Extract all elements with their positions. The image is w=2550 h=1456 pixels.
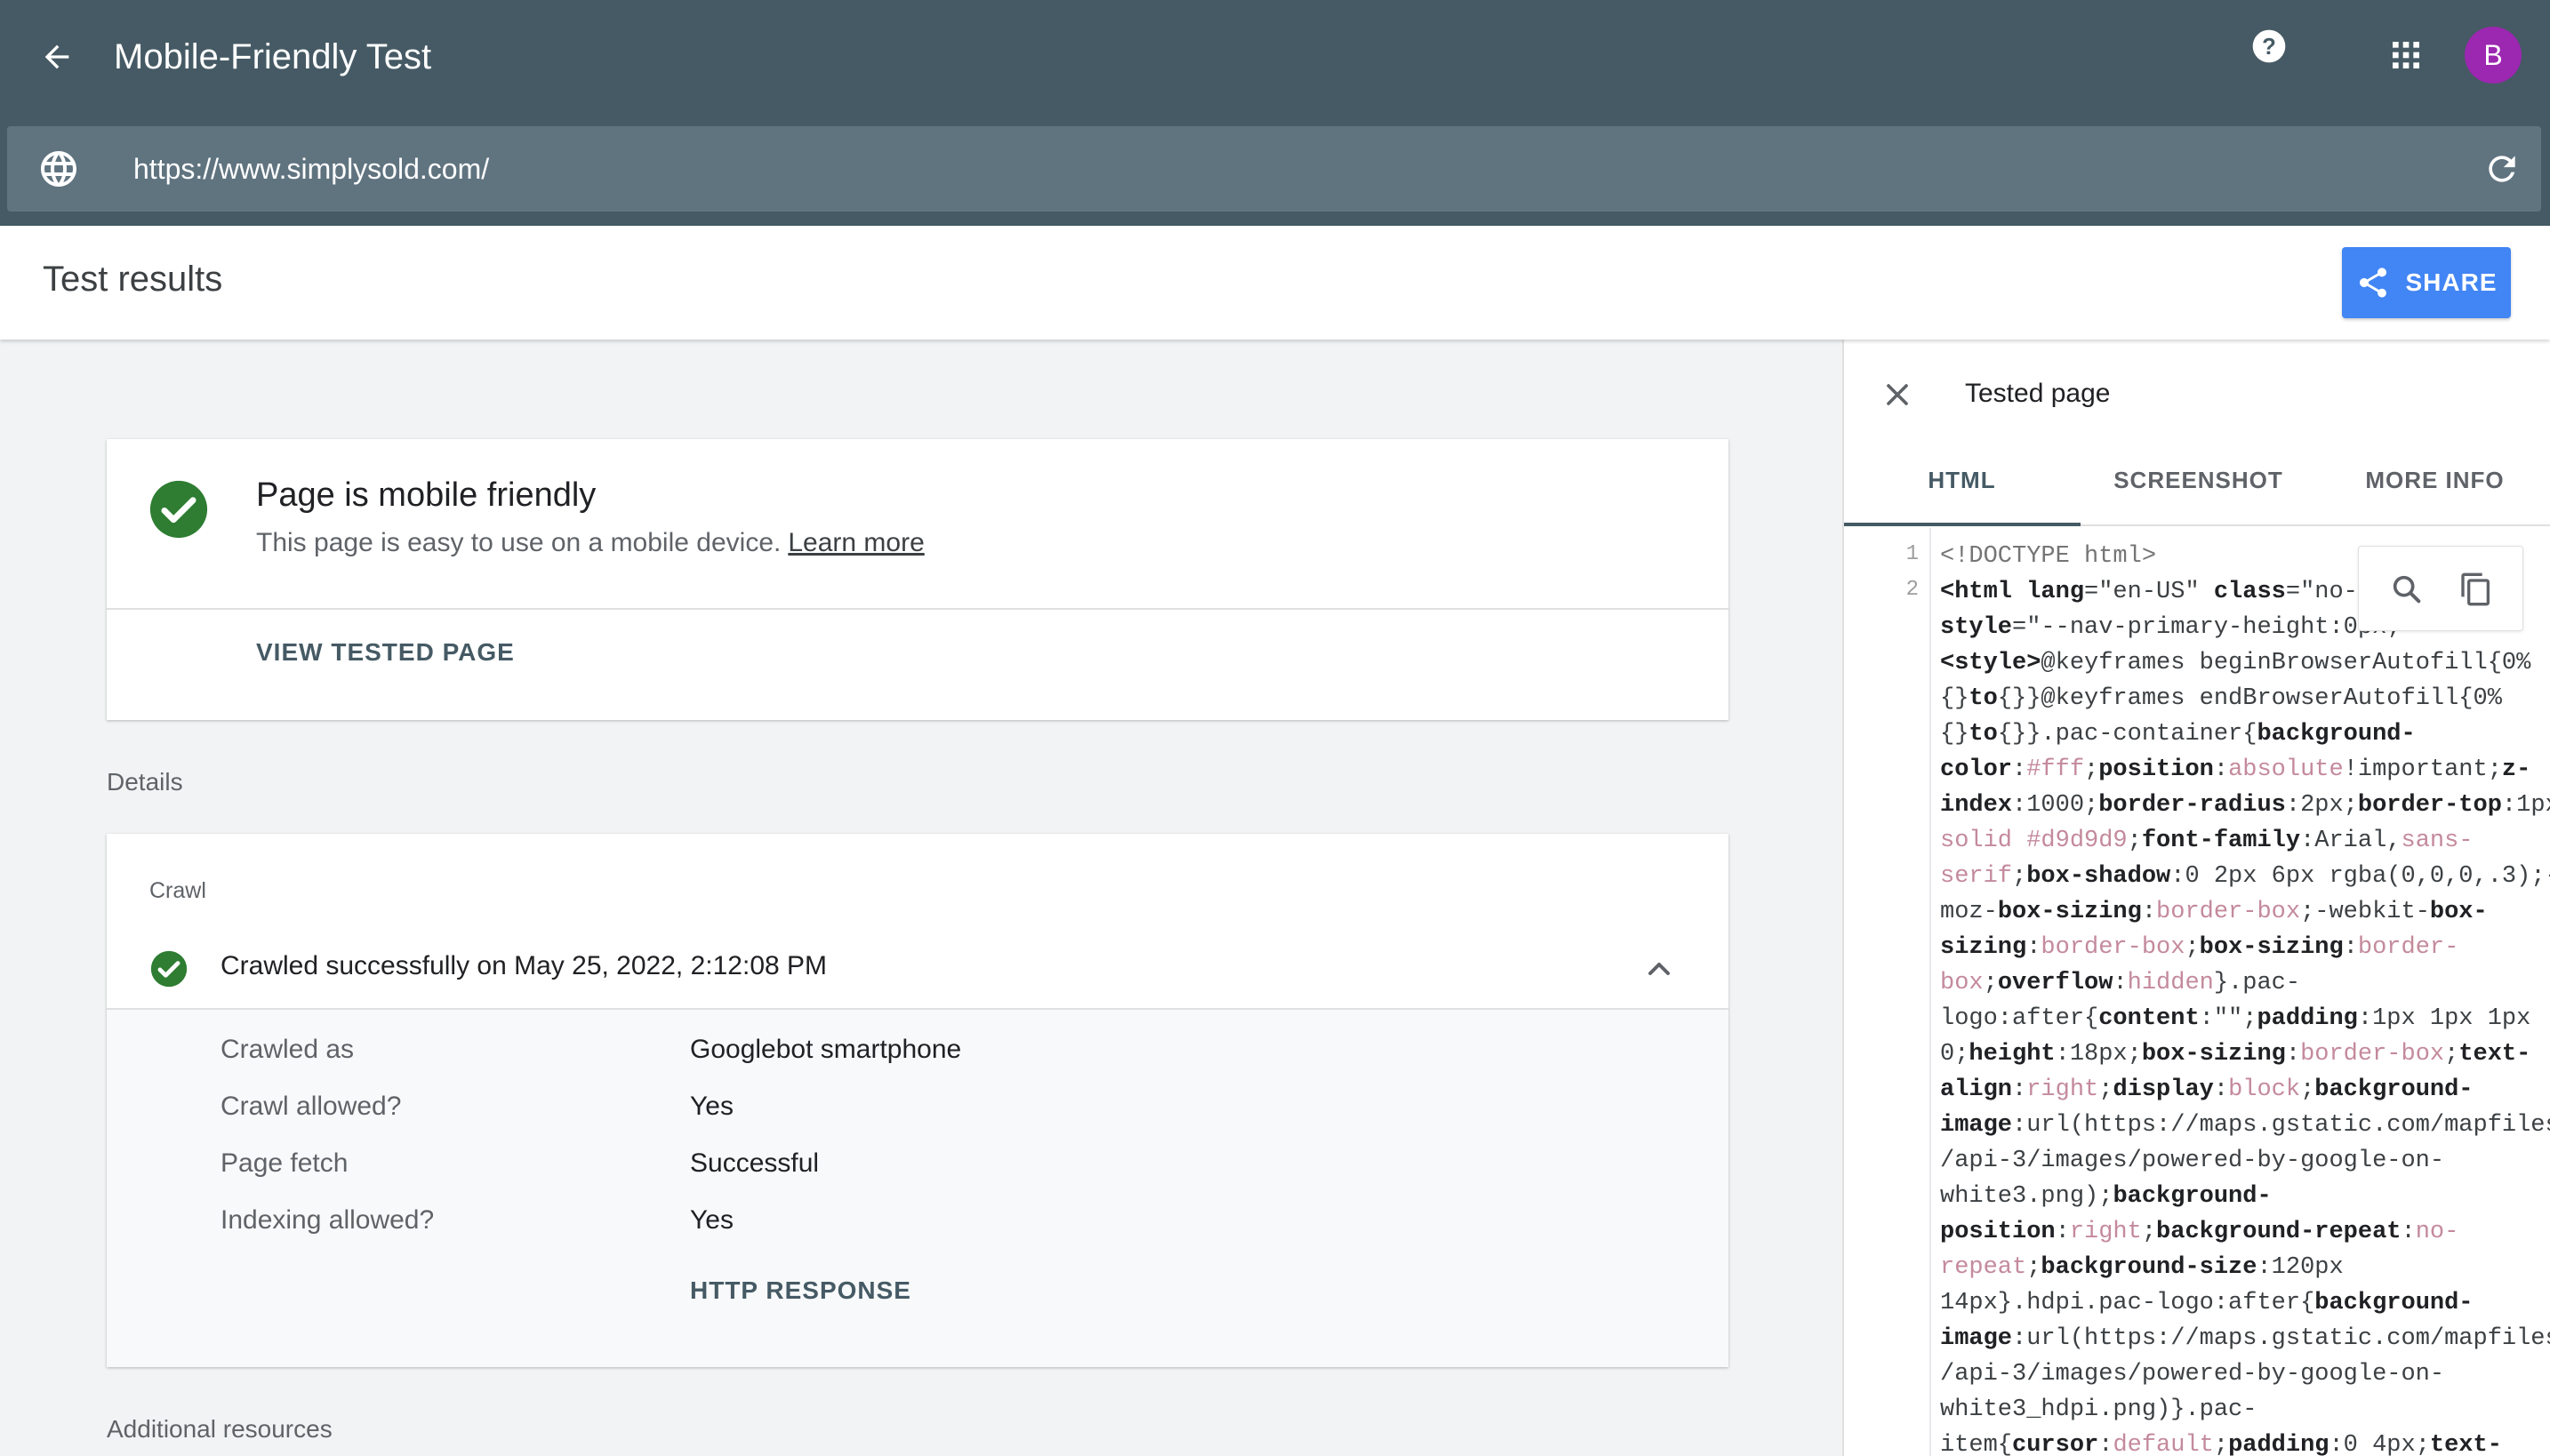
detail-value: Googlebot smartphone <box>690 1035 962 1064</box>
close-panel-button[interactable] <box>1876 373 1919 416</box>
code-line: /api-3/images/powered-by-google-on- <box>1940 1148 2445 1174</box>
code-line: {}to{}}.pac-container{background- <box>1940 721 2416 748</box>
apps-button[interactable] <box>2385 34 2427 76</box>
summary-description: This page is easy to use on a mobile dev… <box>256 528 782 557</box>
code-line: logo:after{content:"";padding:1px 1px 1p… <box>1940 1005 2531 1032</box>
results-title: Test results <box>43 260 223 299</box>
detail-row: Page fetch Successful <box>107 1136 1728 1189</box>
detail-key: Page fetch <box>221 1148 349 1178</box>
line-gutter: 1 2 <box>1844 528 1931 1456</box>
detail-key: Crawl allowed? <box>221 1092 402 1121</box>
crawl-status: Crawled successfully on May 25, 2022, 2:… <box>221 951 828 980</box>
copy-code-button[interactable] <box>2455 568 2498 611</box>
code-line: repeat;background-size:120px <box>1940 1254 2344 1281</box>
detail-value: Successful <box>690 1148 820 1178</box>
detail-key: Crawled as <box>221 1035 355 1064</box>
code-line: image:url(https://maps.gstatic.com/mapfi… <box>1940 1112 2550 1139</box>
code-line: image:url(https://maps.gstatic.com/mapfi… <box>1940 1325 2550 1352</box>
help-button[interactable]: ? <box>2248 25 2290 68</box>
tab-screenshot[interactable]: SCREENSHOT <box>2081 434 2316 526</box>
crawl-card: Crawl Crawled successfully on May 25, 20… <box>107 834 1728 1367</box>
summary-card: Page is mobile friendly This page is eas… <box>107 439 1728 720</box>
html-source: <!DOCTYPE html> <html lang="en-US" class… <box>1940 539 2550 1456</box>
search-code-button[interactable] <box>2386 568 2428 611</box>
divider <box>107 608 1728 610</box>
url-input[interactable] <box>133 142 2356 196</box>
app-title: Mobile-Friendly Test <box>114 37 432 76</box>
tested-page-panel: Tested page HTML SCREENSHOT MORE INFO 1 … <box>1842 340 2550 1456</box>
code-line: solid #d9d9d9;font-family:Arial,sans- <box>1940 828 2474 854</box>
code-line: <style>@keyframes beginBrowserAutofill{0… <box>1940 650 2531 676</box>
panel-title: Tested page <box>1965 379 2111 408</box>
crawl-label: Crawl <box>149 878 206 903</box>
detail-key: Indexing allowed? <box>221 1205 435 1235</box>
detail-value: Yes <box>690 1205 734 1235</box>
back-button[interactable] <box>32 32 82 82</box>
chevron-up-icon[interactable] <box>1641 951 1677 987</box>
share-icon <box>2360 268 2387 298</box>
back-arrow-icon <box>44 44 69 69</box>
share-label: SHARE <box>2405 268 2498 296</box>
http-response-button[interactable]: HTTP RESPONSE <box>690 1276 911 1305</box>
globe-icon <box>41 151 76 187</box>
help-icon: ? <box>2252 29 2286 63</box>
code-line: item{cursor:default;padding:0 4px;text- <box>1940 1432 2502 1456</box>
close-icon <box>1887 384 1908 405</box>
code-line: align:right;display:block;background- <box>1940 1076 2474 1103</box>
check-circle-icon <box>150 950 188 988</box>
code-line: white3.png);background- <box>1940 1183 2272 1210</box>
crawl-status-row[interactable]: Crawled successfully on May 25, 2022, 2:… <box>107 932 1728 1006</box>
copy-icon <box>2461 572 2490 606</box>
refresh-icon <box>2489 156 2515 182</box>
code-line: 0;height:18px;box-sizing:border-box;text… <box>1940 1041 2531 1068</box>
detail-row: Indexing allowed? Yes <box>107 1193 1728 1246</box>
avatar[interactable]: B <box>2465 27 2522 84</box>
apps-grid-icon <box>2393 42 2419 68</box>
code-line: color:#fff;position:absolute!important;z… <box>1940 756 2531 783</box>
code-line: position:right;background-repeat:no- <box>1940 1219 2459 1245</box>
results-header: Test results SHARE <box>0 226 2550 340</box>
code-line: box;overflow:hidden}.pac- <box>1940 970 2301 996</box>
detail-value: Yes <box>690 1092 734 1121</box>
line-number: 1 <box>1905 542 1919 566</box>
code-line: sizing:border-box;box-sizing:border- <box>1940 934 2459 961</box>
line-number: 2 <box>1905 578 1919 602</box>
code-line: white3_hdpi.png)}.pac- <box>1940 1396 2257 1423</box>
refresh-button[interactable] <box>2479 146 2525 192</box>
tab-more-info[interactable]: MORE INFO <box>2317 434 2550 526</box>
code-line: index:1000;border-radius:2px;border-top:… <box>1940 792 2550 819</box>
active-tab-indicator <box>1844 523 2081 526</box>
panel-tabs: HTML SCREENSHOT MORE INFO <box>1844 434 2550 526</box>
code-line: serif;box-shadow:0 2px 6px rgba(0,0,0,.3… <box>1940 863 2550 890</box>
detail-row: Crawled as Googlebot smartphone <box>107 1022 1728 1076</box>
detail-row: Crawl allowed? Yes <box>107 1079 1728 1132</box>
svg-text:?: ? <box>2262 35 2276 60</box>
code-line: 14px}.hdpi.pac-logo:after{background- <box>1940 1290 2474 1316</box>
search-icon <box>2393 575 2421 604</box>
code-line: {}to{}}@keyframes endBrowserAutofill{0% <box>1940 685 2502 712</box>
html-code-viewer[interactable]: 1 2 <!DOCTYPE html> <html lang="en-US" c… <box>1844 528 2550 1456</box>
details-label: Details <box>107 768 183 796</box>
view-tested-page-button[interactable]: VIEW TESTED PAGE <box>256 638 515 667</box>
summary-text: This page is easy to use on a mobile dev… <box>256 528 925 558</box>
main-content: Page is mobile friendly This page is eas… <box>0 340 1842 1456</box>
crawl-details: Crawled as Googlebot smartphone Crawl al… <box>107 1008 1728 1367</box>
url-bar <box>7 126 2541 212</box>
tab-html[interactable]: HTML <box>1844 434 2080 526</box>
app-bar: Mobile-Friendly Test ? B <box>0 0 2550 226</box>
code-toolbar <box>2358 546 2523 631</box>
code-line: /api-3/images/powered-by-google-on- <box>1940 1361 2445 1388</box>
check-circle-icon <box>149 480 208 539</box>
summary-title: Page is mobile friendly <box>256 476 597 514</box>
learn-more-link[interactable]: Learn more <box>788 528 924 557</box>
additional-resources-label: Additional resources <box>107 1415 333 1443</box>
code-line: moz-box-sizing:border-box;-webkit-box- <box>1940 899 2488 925</box>
share-button[interactable]: SHARE <box>2342 247 2511 318</box>
